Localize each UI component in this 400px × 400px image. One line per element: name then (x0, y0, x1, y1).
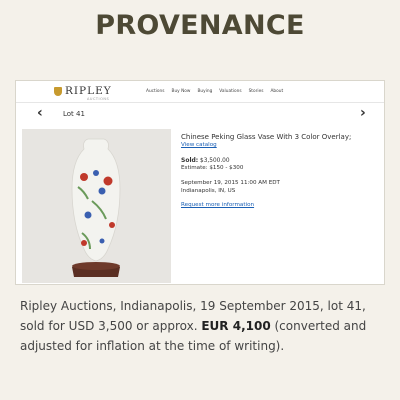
auction-location: Indianapolis, IN, US (181, 188, 236, 194)
sold-value: $3,500.00 (200, 158, 230, 164)
lot-details: Chinese Peking Glass Vase With 3 Color O… (181, 133, 376, 208)
logo-name: RIPLEY (65, 85, 112, 97)
menu-item-buy-now[interactable]: Buy Now (172, 89, 191, 94)
sold-line: Sold: $3,500.00 (181, 157, 376, 164)
main-menu: Auctions Buy Now Buying Valuations Stori… (146, 89, 283, 94)
view-catalog-link[interactable]: View catalog (181, 142, 376, 148)
vase-image (22, 129, 171, 283)
chevron-right-icon[interactable]: › (360, 105, 366, 121)
logo-sub: AUCTIONS (87, 97, 110, 101)
sold-label: Sold: (181, 157, 199, 164)
page-heading: PROVENANCE (95, 10, 305, 41)
crest-icon (54, 87, 62, 96)
lot-number: Lot 41 (63, 110, 85, 118)
lot-title: Chinese Peking Glass Vase With 3 Color O… (181, 133, 352, 141)
request-info-link[interactable]: Request more information (181, 202, 376, 208)
estimate: Estimate: $150 - $300 (181, 165, 244, 171)
menu-item-stories[interactable]: Stories (249, 89, 264, 94)
provenance-caption: Ripley Auctions, Indianapolis, 19 Septem… (20, 296, 385, 356)
chevron-left-icon[interactable]: ‹ (37, 105, 43, 121)
caption-eur: EUR 4,100 (201, 319, 271, 333)
auction-screenshot: RIPLEY AUCTIONS Auctions Buy Now Buying … (15, 80, 385, 285)
menu-item-buying[interactable]: Buying (197, 89, 212, 94)
menu-item-about[interactable]: About (270, 89, 283, 94)
menu-item-valuations[interactable]: Valuations (219, 89, 241, 94)
menu-item-auctions[interactable]: Auctions (146, 89, 165, 94)
auction-date: September 19, 2015 11:00 AM EDT (181, 180, 280, 186)
site-navbar: RIPLEY AUCTIONS Auctions Buy Now Buying … (16, 81, 384, 103)
vase-photo (22, 129, 171, 283)
